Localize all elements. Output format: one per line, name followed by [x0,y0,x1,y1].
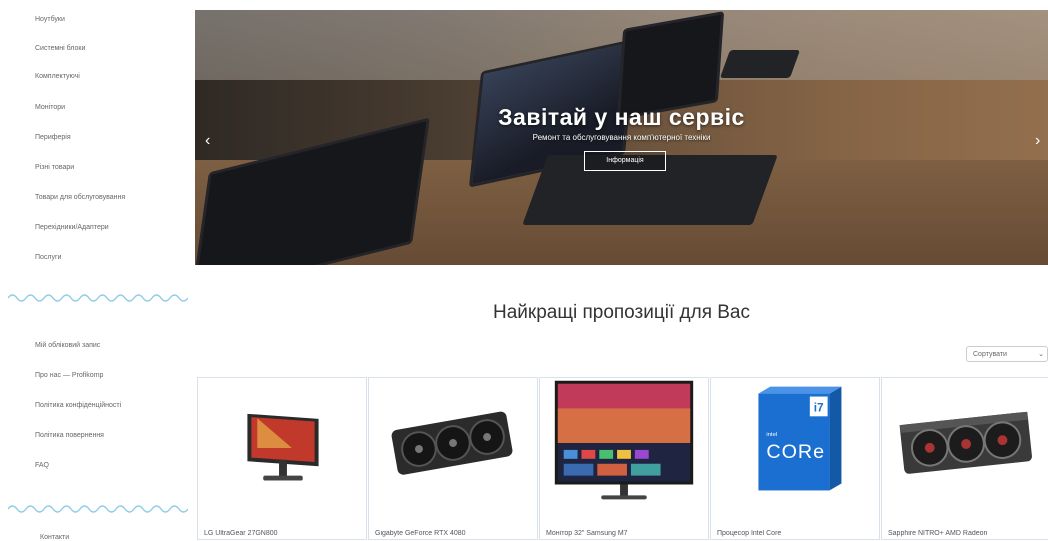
product-card[interactable]: Монітор 32" Samsung M7 [539,377,709,540]
svg-text:CORe: CORe [766,441,825,463]
banner-info-button[interactable]: Інформація [584,151,666,171]
info-link-privacy[interactable]: Політика конфіденційності [35,402,121,409]
product-card[interactable]: Sapphire NITRO+ AMD Radeon [881,377,1048,540]
offers-title: Найкращі пропозиції для Вас [492,302,750,323]
product-image-cpu-intel: i7 intel CORe [758,386,842,491]
category-item-system-units[interactable]: Системні блоки [35,45,85,52]
category-item-adapters[interactable]: Перехідники/Адаптери [35,224,109,231]
svg-text:i7: i7 [814,400,824,414]
sidebar: Ноутбуки Системні блоки Комплектуючі Мон… [0,0,195,541]
category-item-misc[interactable]: Різні товари [35,164,74,171]
chevron-down-icon: ⌄ [1038,351,1044,358]
banner-subtitle: Ремонт та обслуговування комп'ютерної те… [532,133,711,142]
info-link-about[interactable]: Про нас — Profikomp [35,372,103,379]
category-item-monitors[interactable]: Монітори [35,104,65,111]
wave-divider-bottom [8,505,188,513]
product-image-monitor-samsung [554,380,694,500]
product-name[interactable]: Sapphire NITRO+ AMD Radeon [888,530,1048,537]
product-image-gpu-sapphire [899,411,1032,474]
product-image-monitor-lg [247,413,319,481]
product-card[interactable]: Gigabyte GeForce RTX 4080 [368,377,538,540]
wave-divider [8,294,188,302]
info-link-faq[interactable]: FAQ [35,462,49,469]
category-item-peripherals[interactable]: Периферія [35,134,71,141]
product-name[interactable]: Gigabyte GeForce RTX 4080 [375,530,535,537]
product-name[interactable]: Процесор Intel Core [717,530,877,537]
category-item-services[interactable]: Послуги [35,254,61,261]
banner-title: Завітай у наш сервіс [498,104,745,130]
category-item-laptops[interactable]: Ноутбуки [35,16,65,23]
svg-text:intel: intel [766,432,777,438]
category-item-components[interactable]: Комплектуючі [35,73,80,80]
product-name[interactable]: Монітор 32" Samsung M7 [546,530,706,537]
product-name[interactable]: LG UltraGear 27GN800 [204,530,364,537]
product-image-gpu-gigabyte [391,411,513,475]
sort-select-label: Сортувати [973,351,1007,358]
product-card[interactable]: LG UltraGear 27GN800 [197,377,367,540]
info-link-account[interactable]: Мій обліковий запис [35,342,100,349]
product-card[interactable]: i7 intel CORe Процесор Intel Core [710,377,880,540]
sort-select[interactable]: Сортувати ⌄ [966,346,1048,362]
hero-banner: ‹ › Завітай у наш сервіс Ремонт та обслу… [195,10,1048,265]
category-item-maintenance[interactable]: Товари для обслуговування [35,194,125,201]
info-link-returns[interactable]: Політика повернення [35,432,104,439]
